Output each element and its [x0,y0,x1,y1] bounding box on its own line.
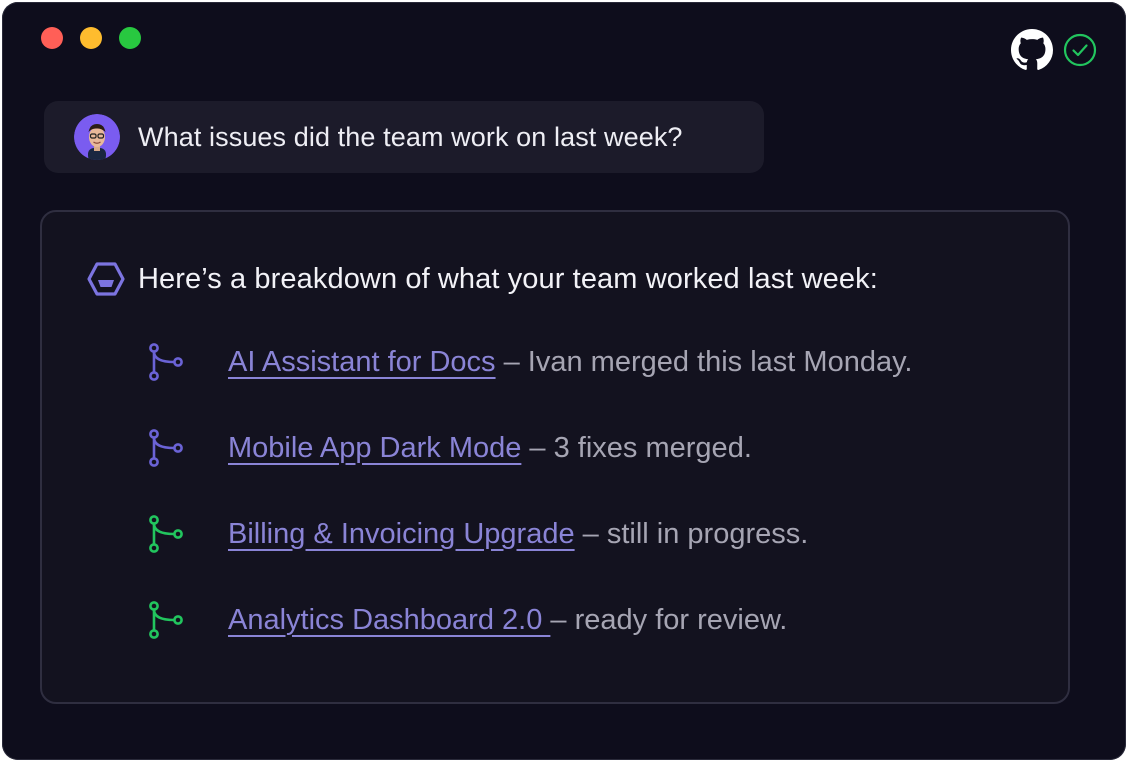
issue-description: – 3 fixes merged. [521,431,752,464]
issue-link[interactable]: Billing & Invoicing Upgrade [228,518,575,551]
issue-list-item: Analytics Dashboard 2.0 – ready for revi… [146,598,913,642]
issue-description: – ready for review. [550,603,788,636]
assistant-header: Here’s a breakdown of what your team wor… [86,260,878,298]
assistant-response-card: Here’s a breakdown of what your team wor… [40,210,1070,704]
avatar [74,114,120,160]
issue-list-item: AI Assistant for Docs – Ivan merged this… [146,340,913,384]
git-merge-icon [149,429,183,467]
assistant-logo-icon [87,262,125,296]
issue-description: – still in progress. [574,517,809,550]
check-circle-icon [1063,33,1097,67]
issue-link[interactable]: Mobile App Dark Mode [228,432,521,465]
close-window-button[interactable] [41,27,63,49]
issue-description: – Ivan merged this last Monday. [495,345,913,378]
issue-list-item: Billing & Invoicing Upgrade – still in p… [146,512,913,556]
issue-link[interactable]: AI Assistant for Docs [228,346,496,379]
git-branch-icon [149,515,183,553]
window-controls [41,27,141,49]
status-area [1011,29,1097,71]
user-message: What issues did the team work on last we… [44,101,764,173]
app-window: What issues did the team work on last we… [2,2,1126,760]
minimize-window-button[interactable] [80,27,102,49]
zoom-window-button[interactable] [119,27,141,49]
git-merge-icon [149,343,183,381]
user-message-text: What issues did the team work on last we… [138,121,683,152]
issue-list: AI Assistant for Docs – Ivan merged this… [146,340,913,684]
assistant-intro-text: Here’s a breakdown of what your team wor… [138,262,878,295]
issue-list-item: Mobile App Dark Mode – 3 fixes merged. [146,426,913,470]
github-icon[interactable] [1011,29,1053,71]
git-branch-icon [149,601,183,639]
issue-link[interactable]: Analytics Dashboard 2.0 [228,604,550,637]
